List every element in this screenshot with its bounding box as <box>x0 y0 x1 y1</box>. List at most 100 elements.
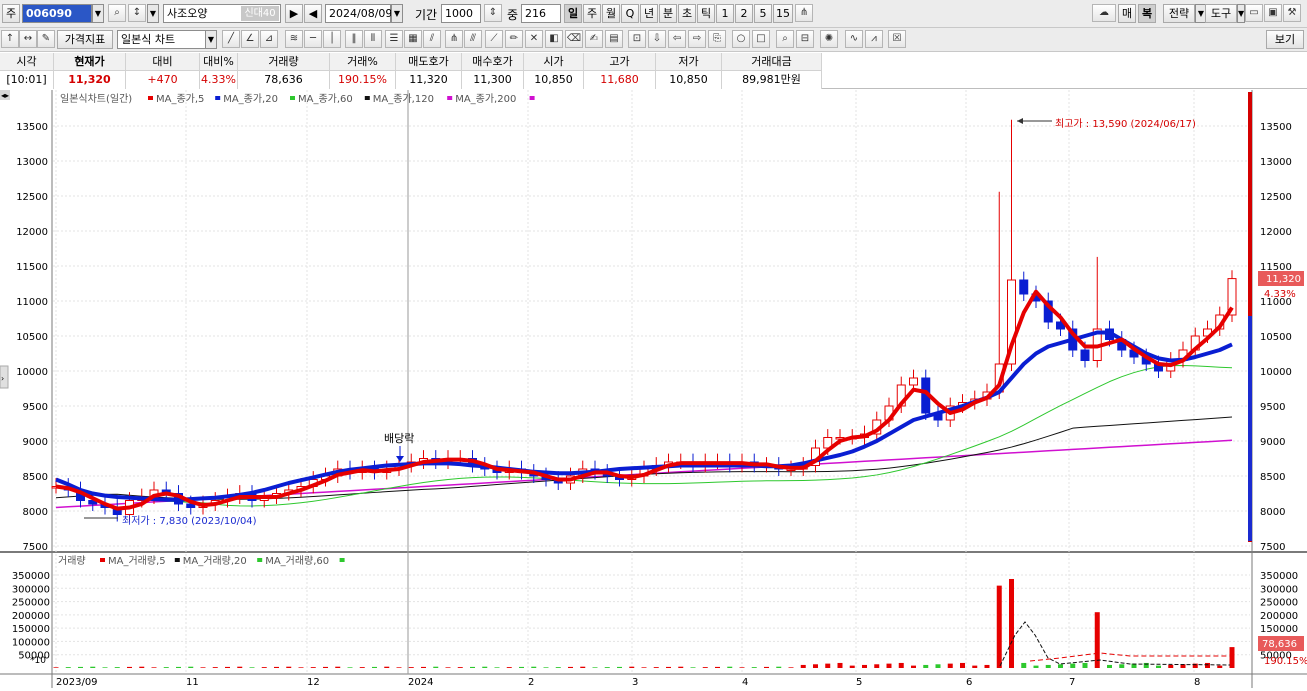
volume-bar <box>715 666 720 668</box>
edit-icon[interactable]: ✎ <box>37 30 55 48</box>
cloud-icon[interactable]: ☁ <box>1092 4 1116 22</box>
volume-bar <box>604 667 610 668</box>
arrow-up-icon[interactable]: ↑ <box>1 30 19 48</box>
arrow-left-icon[interactable]: ⇦ <box>668 30 686 48</box>
next-stock-button[interactable]: ▶ <box>285 4 303 23</box>
rectangle-icon[interactable]: □ <box>752 30 770 48</box>
color-icon[interactable]: ◧ <box>545 30 563 48</box>
circle-icon[interactable]: ○ <box>732 30 750 48</box>
gann-grid-icon[interactable]: ▦ <box>404 30 422 48</box>
volume-bar <box>200 667 206 668</box>
spinner-icon[interactable]: ⇕ <box>484 4 502 22</box>
tools-button[interactable]: 도구 <box>1205 4 1237 23</box>
tools-dropdown[interactable]: ▼ <box>1237 4 1245 23</box>
period-month-button[interactable]: 월 <box>602 4 620 23</box>
date-dropdown[interactable]: ▼ <box>391 4 403 23</box>
volume-bar <box>1119 664 1125 668</box>
settings-icon[interactable]: ✺ <box>820 30 838 48</box>
quote-header: 시가 <box>524 53 584 71</box>
stock-code-dropdown[interactable]: ▼ <box>92 4 104 23</box>
period-input[interactable]: 1000 <box>441 4 481 23</box>
eraser-icon[interactable]: ⌫ <box>565 30 583 48</box>
quote-open: 10,850 <box>524 71 584 89</box>
period-minute-button[interactable]: 분 <box>659 4 677 23</box>
interval-settings-icon[interactable]: ⋔ <box>795 4 813 22</box>
zoom-fit-icon[interactable]: ⊡ <box>628 30 646 48</box>
interval-2-button[interactable]: 2 <box>735 4 753 23</box>
price-tick-label: 13000 <box>1260 157 1292 168</box>
date-input[interactable]: 2024/08/09 <box>325 4 392 23</box>
fan-line-icon[interactable]: ⊿ <box>260 30 278 48</box>
regression-icon[interactable]: ⟋ <box>485 30 503 48</box>
cycle-line-icon[interactable]: ‖ <box>345 30 363 48</box>
period-second-button[interactable]: 초 <box>678 4 696 23</box>
wrench-icon[interactable]: ⚒ <box>1283 4 1301 22</box>
folder-icon[interactable]: ▭ <box>1245 4 1263 22</box>
text-note-icon[interactable]: ✍ <box>585 30 603 48</box>
period-quarter-button[interactable]: Q <box>621 4 639 23</box>
month-label: 2024 <box>408 677 433 688</box>
zigzag-icon[interactable]: ⩘ <box>865 30 883 48</box>
pitchfork-icon[interactable]: ⋔ <box>445 30 463 48</box>
clear-drawing-icon[interactable]: ☒ <box>888 30 906 48</box>
crosshair-icon[interactable]: ✕ <box>525 30 543 48</box>
chart-type-dropdown[interactable]: ▼ <box>205 30 217 49</box>
interval-5-button[interactable]: 5 <box>754 4 772 23</box>
wave-icon[interactable]: ∿ <box>845 30 863 48</box>
volume-bar <box>825 663 831 668</box>
legend-swatch <box>257 558 263 562</box>
fibonacci-time-icon[interactable]: ⦀ <box>364 30 382 48</box>
price-indicator-button[interactable]: 가격지표 <box>57 30 113 49</box>
vertical-line-icon[interactable]: │ <box>323 30 341 48</box>
period-day-button[interactable]: 일 <box>564 4 582 23</box>
sort-dropdown[interactable]: ▼ <box>147 4 159 23</box>
channel-icon[interactable]: ⫽ <box>423 30 441 48</box>
volume-bar <box>163 667 169 668</box>
quote-volume-pct: 190.15% <box>330 71 396 89</box>
speed-line-icon[interactable]: ≋ <box>285 30 303 48</box>
chart-area[interactable]: ◂▸ › 13500 13500 13000 13000 12500 12500 12000… <box>0 90 1307 688</box>
period-week-button[interactable]: 주 <box>583 4 601 23</box>
legend-swatch <box>364 96 370 100</box>
stock-code-input[interactable]: 006090 <box>22 4 92 23</box>
candle-body <box>909 377 918 386</box>
price-tick-label: 8500 <box>1260 472 1285 483</box>
search-icon[interactable]: ⌕ <box>108 4 126 22</box>
angle-line-icon[interactable]: ∠ <box>241 30 259 48</box>
arrow-down-icon[interactable]: ⇩ <box>648 30 666 48</box>
copy-button[interactable]: 복 <box>1138 4 1156 23</box>
prev-stock-button[interactable]: ◀ <box>304 4 322 23</box>
strategy-button[interactable]: 전략 <box>1163 4 1195 23</box>
mid-input[interactable]: 216 <box>521 4 561 23</box>
trendline-icon[interactable]: ╱ <box>222 30 240 48</box>
period-tick-button[interactable]: 틱 <box>697 4 715 23</box>
horizontal-line-icon[interactable]: ─ <box>304 30 322 48</box>
interval-1-button[interactable]: 1 <box>716 4 734 23</box>
buy-button[interactable]: 매 <box>1118 4 1136 23</box>
save-icon[interactable]: ▣ <box>1264 4 1282 22</box>
quote-change: +470 <box>126 71 200 89</box>
volume-current-label: 78,636 <box>1262 639 1297 650</box>
interval-15-button[interactable]: 15 <box>773 4 793 23</box>
arrow-right-icon[interactable]: ⇨ <box>688 30 706 48</box>
stock-name-field[interactable]: 사조오양 신대40 <box>163 4 281 23</box>
period-year-button[interactable]: 년 <box>640 4 658 23</box>
pencil-icon[interactable]: ✏ <box>505 30 523 48</box>
legend-item: MA_종가,5 <box>156 93 204 105</box>
memo-pad-icon[interactable]: ⎘ <box>708 30 726 48</box>
volume-legend: MA_거래량,5 MA_거래량,20 MA_거래량,60 <box>100 555 345 567</box>
magnifier-icon[interactable]: ⌕ <box>776 30 794 48</box>
arrow-horizontal-icon[interactable]: ↔ <box>19 30 37 48</box>
parallel-line-icon[interactable]: ⫻ <box>464 30 482 48</box>
sort-icon[interactable]: ↕ <box>128 4 146 22</box>
market-prefix[interactable]: 주 <box>2 4 20 23</box>
volume-bar <box>396 667 402 668</box>
fibonacci-retrace-icon[interactable]: ☰ <box>385 30 403 48</box>
candlestick-chart[interactable]: ◂▸ › 13500 13500 13000 13000 12500 12500 12000… <box>0 90 1307 688</box>
chart-type-select[interactable]: 일본식 차트 <box>117 30 207 49</box>
view-button[interactable]: 보기 <box>1266 30 1304 49</box>
memo-icon[interactable]: ▤ <box>605 30 623 48</box>
volume-legend-title: 거래량 <box>58 555 86 567</box>
zoom-out-icon[interactable]: ⊟ <box>796 30 814 48</box>
volume-bar <box>690 667 696 668</box>
